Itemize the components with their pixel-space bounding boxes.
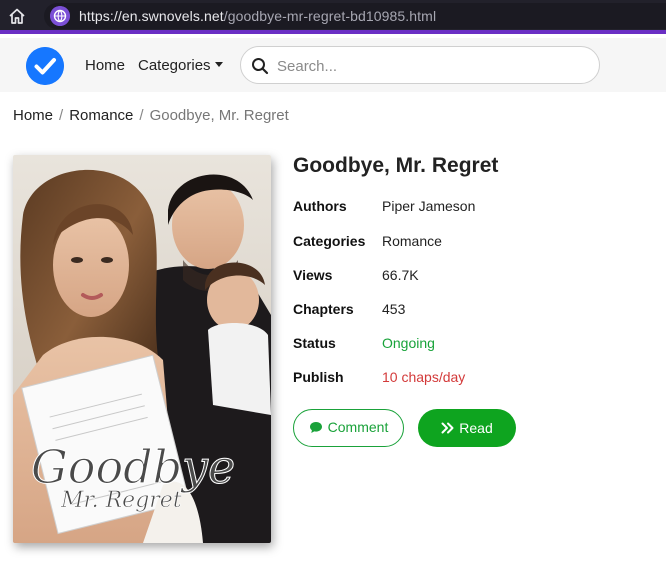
search-icon — [252, 58, 269, 75]
nav-dropdown-categories[interactable]: Categories — [138, 57, 223, 74]
site-info-icon[interactable] — [50, 6, 70, 26]
search-box[interactable] — [240, 46, 600, 84]
caret-down-icon — [214, 62, 223, 67]
publish-value: 10 chaps/day — [382, 369, 466, 385]
site-logo-check-icon[interactable] — [26, 47, 64, 85]
detail-label: Authors — [293, 198, 347, 214]
book-title: Goodbye, Mr. Regret — [293, 154, 499, 177]
detail-label: Views — [293, 267, 333, 283]
url-path: /goodbye-mr-regret-bd10985.html — [223, 8, 437, 24]
read-button-label: Read — [459, 419, 493, 436]
url-text[interactable]: https://en.swnovels.net/goodbye-mr-regre… — [79, 8, 436, 24]
comment-button-label: Comment — [327, 419, 389, 436]
detail-label: Chapters — [293, 301, 354, 317]
detail-label: Status — [293, 335, 336, 351]
search-input[interactable] — [277, 56, 577, 76]
breadcrumb-category[interactable]: Romance — [69, 107, 133, 124]
author-link[interactable]: Piper Jameson — [382, 198, 475, 214]
breadcrumb: Home / Romance / Goodbye, Mr. Regret — [13, 107, 289, 124]
book-cover-illustration: Goodbye Mr. Regret — [13, 155, 271, 543]
cover-title-line1: Goodbye — [31, 440, 235, 494]
comment-button[interactable]: Comment — [293, 409, 404, 447]
status-value: Ongoing — [382, 335, 435, 351]
nav-link-home[interactable]: Home — [85, 57, 125, 74]
read-button[interactable]: Read — [418, 409, 516, 447]
site-navbar: Home Categories — [0, 38, 666, 92]
book-cover[interactable]: Goodbye Mr. Regret — [13, 155, 271, 543]
double-chevron-right-icon — [441, 422, 454, 433]
breadcrumb-separator: / — [139, 107, 144, 124]
breadcrumb-home[interactable]: Home — [13, 107, 53, 124]
nav-categories-label: Categories — [138, 57, 211, 74]
home-icon[interactable] — [8, 7, 26, 25]
url-host: https://en.swnovels.net — [79, 8, 224, 24]
views-value: 66.7K — [382, 267, 419, 283]
breadcrumb-separator: / — [59, 107, 64, 124]
detail-label: Categories — [293, 233, 366, 249]
comment-bubble-icon — [309, 421, 322, 433]
cover-title-line2: Mr. Regret — [60, 488, 182, 513]
category-link[interactable]: Romance — [382, 233, 442, 249]
detail-label: Publish — [293, 369, 344, 385]
chapters-value: 453 — [382, 301, 406, 317]
browser-toolbar: https://en.swnovels.net/goodbye-mr-regre… — [0, 0, 666, 34]
breadcrumb-current: Goodbye, Mr. Regret — [149, 107, 289, 124]
